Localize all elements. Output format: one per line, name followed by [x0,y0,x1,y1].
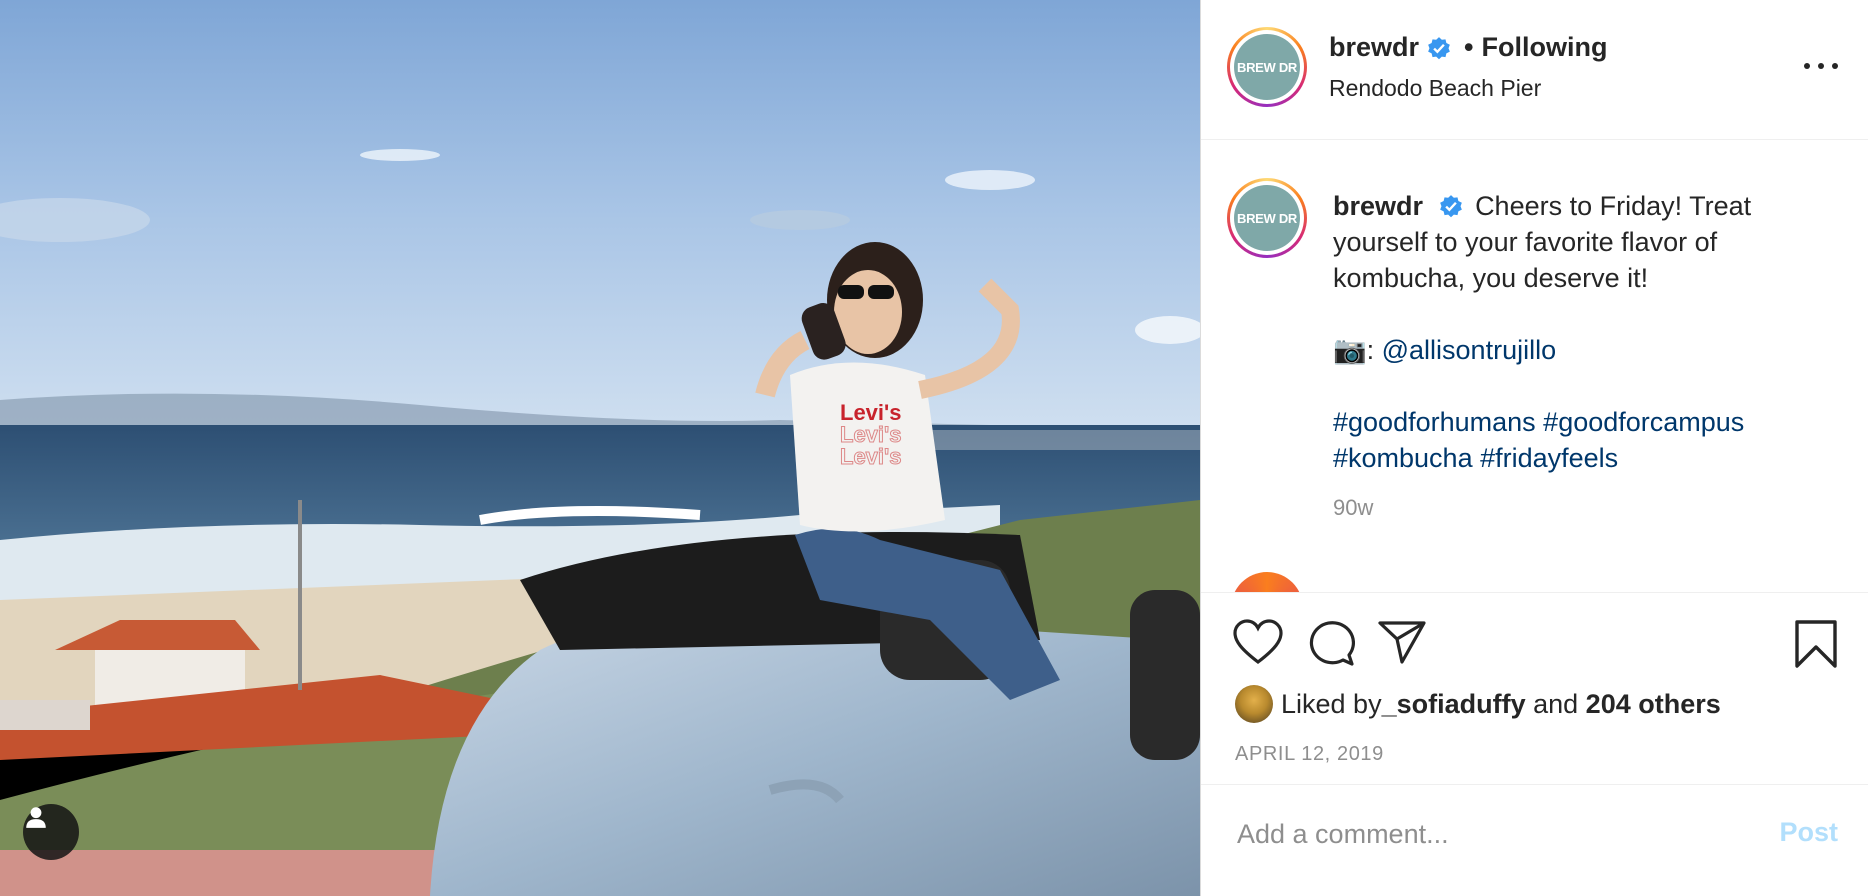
likes-prefix: Liked by [1281,688,1382,719]
verified-badge-icon [1428,36,1450,59]
separator-dot: • [1464,32,1474,62]
author-username[interactable]: brewdr [1329,32,1419,63]
author-avatar[interactable]: BREW DR [1227,27,1307,107]
next-comment-avatar[interactable] [1231,572,1303,592]
bookmark-icon[interactable] [1794,619,1838,669]
action-bar: Liked by _sofiaduffy and 204 others APRI… [1201,592,1868,784]
hashtag-link[interactable]: #goodforcampus [1543,407,1744,437]
comments-section[interactable]: BREW DR brewdr Cheers to Friday! Treat y… [1201,140,1868,592]
more-options-icon[interactable] [1804,54,1838,78]
hashtag-link[interactable]: #goodforhumans [1333,407,1536,437]
camera-prefix: 📷: [1333,335,1382,365]
svg-text:Levi's: Levi's [840,444,902,469]
photo-scene: Levi's Levi's Levi's [0,0,1200,896]
following-button[interactable]: Following [1481,32,1607,63]
caption-username[interactable]: brewdr [1333,191,1423,221]
photo-credit-mention[interactable]: @allisontrujillo [1382,335,1556,365]
avatar-logo: BREW DR [1234,185,1300,251]
speech-bubble-icon[interactable] [1305,619,1355,667]
comment-input[interactable] [1235,813,1739,855]
post-header: BREW DR brewdr • Following Rendodo Beach… [1201,0,1868,140]
post-side-panel: BREW DR brewdr • Following Rendodo Beach… [1200,0,1868,896]
likes-and: and [1525,688,1586,719]
user-tag-button[interactable] [23,804,79,860]
post-photo[interactable]: Levi's Levi's Levi's [0,0,1200,896]
heart-icon[interactable] [1233,619,1283,665]
add-comment-bar: Post [1201,784,1868,896]
caption-author-avatar[interactable]: BREW DR [1227,178,1307,258]
post-comment-button[interactable]: Post [1779,817,1838,848]
verified-badge-icon [1439,195,1462,218]
user-tag-icon [26,807,46,828]
instagram-post: Levi's Levi's Levi's BREW DR brewdr • Fo… [0,0,1868,896]
liker-avatar[interactable] [1235,685,1273,723]
likes-others-link[interactable]: 204 others [1586,689,1721,720]
post-date[interactable]: APRIL 12, 2019 [1235,743,1384,766]
liked-by-user[interactable]: _sofiaduffy [1382,689,1526,720]
avatar-logo: BREW DR [1234,34,1300,100]
post-age[interactable]: 90w [1333,490,1833,526]
location-link[interactable]: Rendodo Beach Pier [1329,75,1541,102]
paper-plane-icon[interactable] [1377,619,1427,665]
photo-credit: 📷: @allisontrujillo [1333,332,1833,368]
post-caption: brewdr Cheers to Friday! Treat yourself … [1333,188,1833,526]
hashtags: #goodforhumans #goodforcampus #kombucha … [1333,404,1833,476]
likes-summary: Liked by _sofiaduffy and 204 others [1235,685,1721,723]
hashtag-link[interactable]: #kombucha [1333,443,1473,473]
hashtag-link[interactable]: #fridayfeels [1480,443,1618,473]
